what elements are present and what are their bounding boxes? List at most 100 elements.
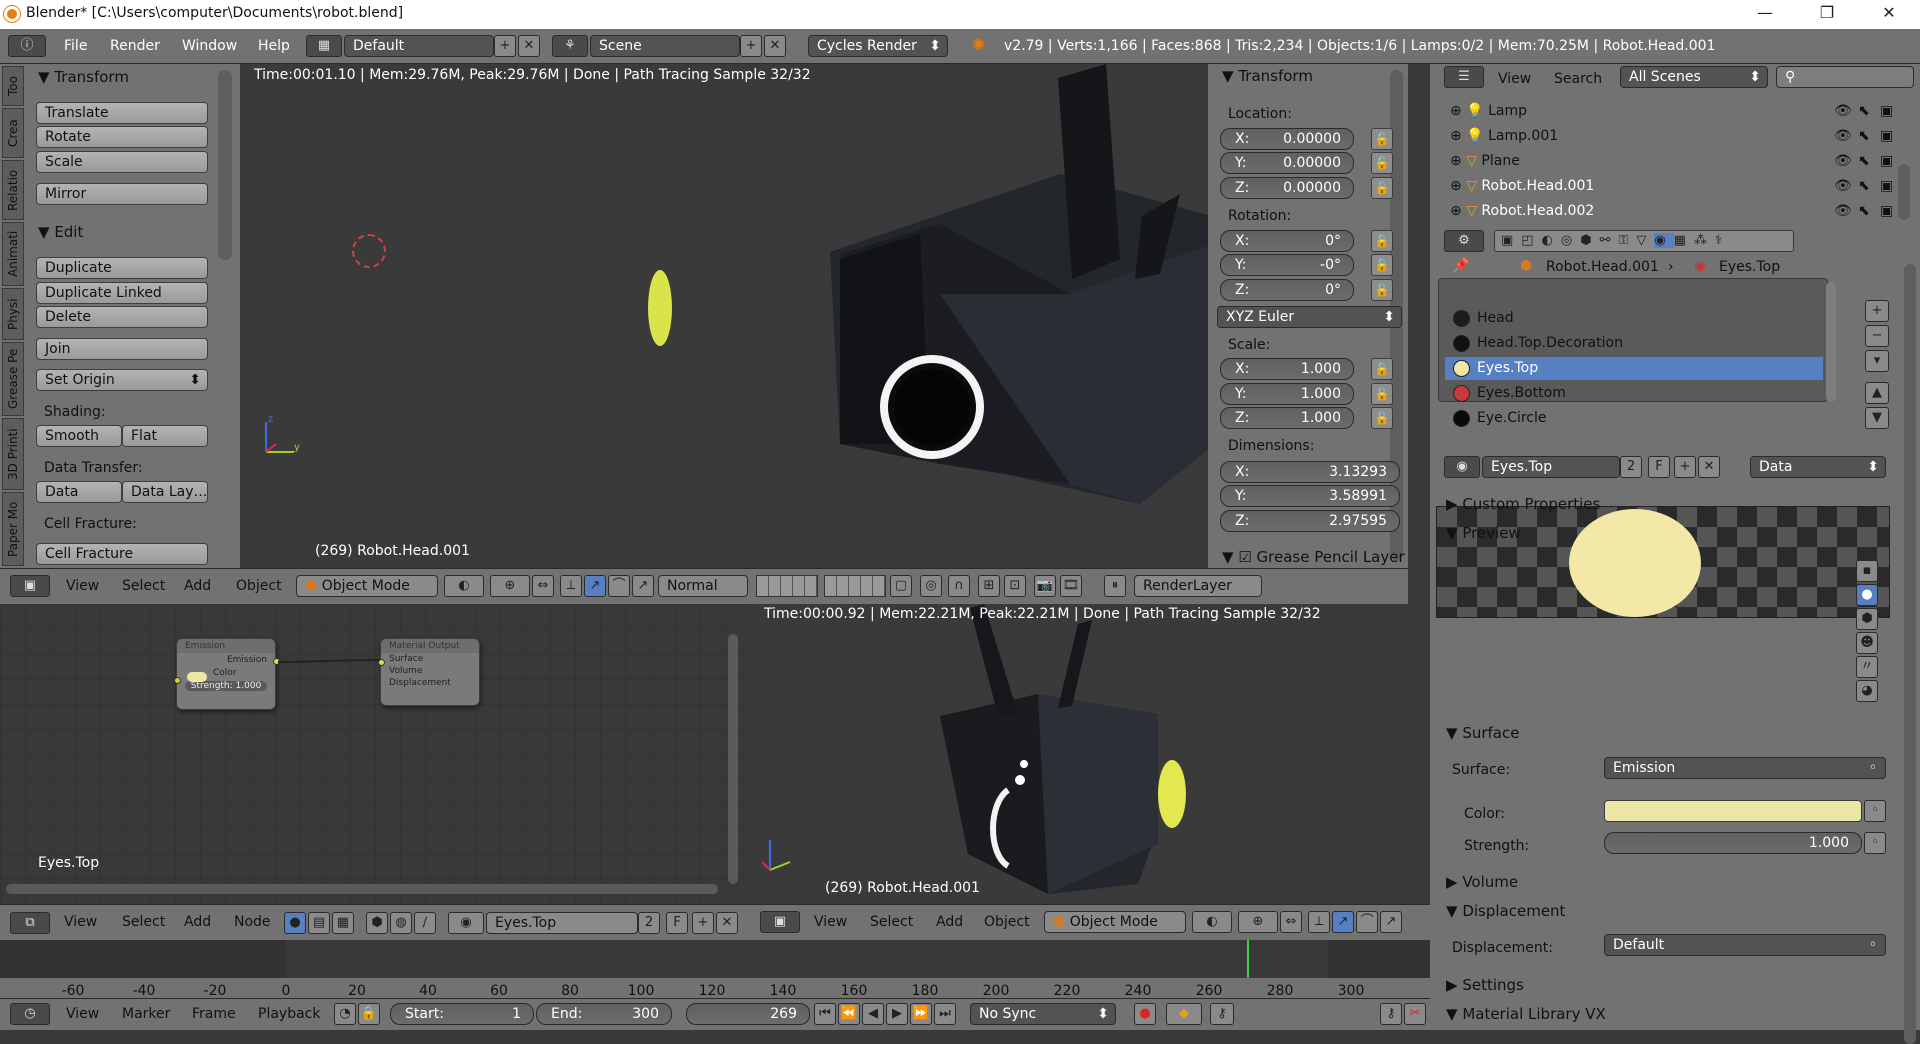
visibility-eye-icon[interactable]: 👁	[1834, 203, 1852, 219]
editor-type-properties-icon[interactable]: ⚙	[1444, 230, 1484, 252]
renderable-camera-icon[interactable]: ▣	[1880, 203, 1893, 219]
material-browse-icon[interactable]: ◉	[448, 912, 484, 934]
rotation-z-field[interactable]: Z: 0°	[1220, 279, 1354, 301]
view3d-menu-object[interactable]: Object	[236, 578, 282, 594]
renderable-camera-icon[interactable]: ▣	[1880, 103, 1893, 119]
bottom-viewport-shading-icon[interactable]: ◐	[1192, 911, 1232, 933]
play-icon[interactable]: ▶	[886, 1003, 908, 1025]
jump-end-icon[interactable]: ⏭	[934, 1003, 956, 1025]
smooth-button[interactable]: Smooth	[36, 425, 122, 447]
transform-panel-header[interactable]: ▼ Transform	[38, 68, 129, 86]
rotation-mode-select[interactable]: XYZ Euler ⬍	[1217, 306, 1402, 328]
lock-location-z-icon[interactable]: 🔓	[1371, 177, 1393, 199]
lock-location-y-icon[interactable]: 🔓	[1371, 152, 1393, 174]
expand-icon[interactable]: ⊕	[1450, 203, 1462, 219]
pause-render-icon[interactable]: ⏸	[1104, 575, 1126, 597]
emission-color-swatch[interactable]	[187, 672, 207, 682]
lock-frame-icon[interactable]: 🔒	[358, 1003, 380, 1025]
expand-icon[interactable]: ⊕	[1450, 153, 1462, 169]
emission-node[interactable]: Emission Emission Color Strength: 1.000	[176, 638, 276, 710]
jump-start-icon[interactable]: ⏮	[814, 1003, 836, 1025]
editor-type-node-icon[interactable]: ⧉	[10, 912, 50, 934]
volume-panel[interactable]: ▶ Volume	[1446, 873, 1518, 891]
start-frame-field[interactable]: Start: 1	[390, 1003, 534, 1025]
cell-fracture-button[interactable]: Cell Fracture	[36, 543, 208, 565]
visibility-eye-icon[interactable]: 👁	[1834, 103, 1852, 119]
selectable-arrow-icon[interactable]: ⬉	[1858, 203, 1870, 219]
material-library-panel[interactable]: ▼ Material Library VX	[1446, 1005, 1606, 1023]
outliner-row[interactable]: ⊕ ▽ Plane	[1450, 153, 1520, 169]
keying-set-icon[interactable]: ◆	[1166, 1003, 1202, 1025]
texture-nodes-icon[interactable]: ▦	[332, 912, 354, 934]
view3d-menu-view[interactable]: View	[66, 578, 99, 594]
preview-panel[interactable]: ▼ Preview	[1446, 524, 1521, 542]
expand-icon[interactable]: ⊕	[1450, 103, 1462, 119]
layers-grid-1[interactable]	[756, 575, 818, 597]
outliner-display-select[interactable]: All Scenes ⬍	[1620, 66, 1768, 88]
add-layout-icon[interactable]: +	[494, 35, 516, 57]
material-fake-user-button[interactable]: F	[1648, 456, 1670, 478]
material-users-count[interactable]: 2	[1620, 456, 1642, 478]
preview-flat-icon[interactable]: ▪	[1856, 560, 1878, 582]
material-slot-row[interactable]: Head	[1445, 307, 1823, 330]
outliner-row[interactable]: ⊕ 💡 Lamp	[1450, 103, 1527, 119]
data-transfer-button[interactable]: Data	[36, 481, 122, 503]
material-unlink-icon[interactable]: ✕	[1698, 456, 1720, 478]
selectable-arrow-icon[interactable]: ⬉	[1858, 128, 1870, 144]
view3d-menu-select[interactable]: Select	[122, 578, 165, 594]
menu-render[interactable]: Render	[110, 38, 160, 54]
node-editor-hscrollbar[interactable]	[6, 884, 718, 894]
pivot-point-icon[interactable]: ⊕	[490, 575, 530, 597]
material-slot-row[interactable]: Eyes.Top	[1445, 357, 1823, 380]
view3d-menu-add[interactable]: Add	[184, 578, 211, 594]
dimension-z-field[interactable]: Z: 2.97595	[1220, 510, 1400, 532]
render-icon[interactable]: 📷	[1034, 575, 1056, 597]
editor-type-3dview-icon[interactable]: ▣	[10, 575, 50, 597]
join-button[interactable]: Join	[36, 338, 208, 360]
expand-icon[interactable]: ⊕	[1450, 128, 1462, 144]
tab-physics[interactable]: Physi	[2, 288, 24, 340]
outliner-menu-view[interactable]: View	[1498, 71, 1531, 87]
material-slot-row[interactable]: Eyes.Bottom	[1445, 382, 1823, 405]
outliner-scrollbar[interactable]	[1898, 164, 1910, 220]
viewport-top[interactable]: zy	[240, 64, 1208, 568]
surface-panel[interactable]: ▼ Surface	[1446, 724, 1519, 742]
remove-material-slot-icon[interactable]: −	[1865, 325, 1889, 347]
location-y-field[interactable]: Y: 0.00000	[1220, 152, 1354, 174]
flat-button[interactable]: Flat	[122, 425, 208, 447]
remove-scene-icon[interactable]: ✕	[764, 35, 786, 57]
material-name-field[interactable]: Eyes.Top	[1482, 456, 1620, 478]
jump-keyframe-forward-icon[interactable]: ⏩	[910, 1003, 932, 1025]
lock-rotation-z-icon[interactable]: 🔓	[1371, 279, 1393, 301]
bottom-rotate-icon[interactable]: ↗	[1332, 911, 1354, 933]
scale-button[interactable]: Scale	[36, 151, 208, 173]
world-shader-icon[interactable]: ◍	[390, 912, 412, 934]
bottom-scale-icon[interactable]: ⌒	[1356, 911, 1378, 933]
toolshelf-scrollbar[interactable]	[218, 70, 232, 260]
node-editor[interactable]: Emission Emission Color Strength: 1.000 …	[0, 604, 748, 904]
visibility-eye-icon[interactable]: 👁	[1834, 153, 1852, 169]
menu-window[interactable]: Window	[182, 38, 237, 54]
displacement-select[interactable]: Default ◦	[1604, 934, 1886, 956]
3d-cursor-icon[interactable]	[352, 234, 386, 268]
translate-button[interactable]: Translate	[36, 102, 208, 124]
editor-type-timeline-icon[interactable]: ◷	[10, 1003, 50, 1025]
add-scene-icon[interactable]: +	[740, 35, 762, 57]
close-button[interactable]: ✕	[1866, 3, 1912, 25]
editor-type-info-icon[interactable]: ⓘ	[8, 35, 46, 57]
lock-rotation-x-icon[interactable]: 🔓	[1371, 230, 1393, 252]
strength-field[interactable]: 1.000	[1604, 832, 1862, 854]
breadcrumb-material[interactable]: Eyes.Top	[1719, 259, 1780, 275]
scene-icon[interactable]: ⚘	[552, 35, 588, 57]
lock-rotation-y-icon[interactable]: 🔓	[1371, 254, 1393, 276]
tab-animation[interactable]: Animati	[2, 222, 24, 286]
set-origin-select[interactable]: Set Origin ⬍	[36, 369, 208, 391]
move-slot-up-icon[interactable]: ▲	[1865, 382, 1889, 404]
outliner-row[interactable]: ⊕ ▽ Robot.Head.001	[1450, 178, 1594, 194]
viewport-bottom[interactable]	[748, 604, 1430, 904]
surface-shader-select[interactable]: Emission ◦	[1604, 757, 1886, 779]
screen-layout-icon[interactable]: ▦	[306, 35, 342, 57]
outliner-menu-search[interactable]: Search	[1554, 71, 1602, 87]
outliner-row[interactable]: ⊕ 💡 Lamp.001	[1450, 128, 1558, 144]
menu-help[interactable]: Help	[258, 38, 290, 54]
